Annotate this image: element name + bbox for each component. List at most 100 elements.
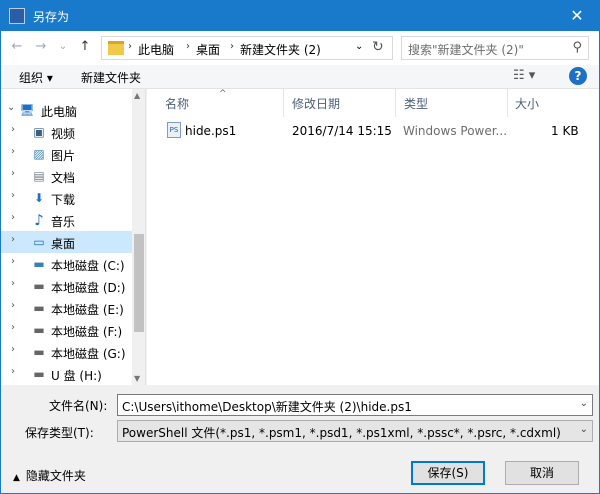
recent-locations-button[interactable]: ⌄ xyxy=(55,39,71,55)
back-button[interactable]: ← xyxy=(9,39,25,55)
filename-label: 文件名(N): xyxy=(49,399,108,413)
folder-icon xyxy=(108,41,124,55)
breadcrumb-separator[interactable]: › xyxy=(128,41,132,52)
sidebar-item-drive-g[interactable]: › ▬ 本地磁盘 (G:) xyxy=(1,341,132,363)
sidebar-item-drive-e[interactable]: › ▬ 本地磁盘 (E:) xyxy=(1,297,132,319)
search-input[interactable]: 搜索"新建文件夹 (2)" ⚲ xyxy=(401,36,589,60)
filename-input[interactable]: C:\Users\ithome\Desktop\新建文件夹 (2)\hide.p… xyxy=(117,394,593,416)
sidebar-item-documents[interactable]: › ▤ 文档 xyxy=(1,165,132,187)
chevron-right-icon[interactable]: › xyxy=(11,300,15,311)
chevron-right-icon[interactable]: › xyxy=(11,212,15,223)
sidebar-item-label: 此电脑 xyxy=(41,105,78,119)
view-options-icon[interactable]: ☷ ▾ xyxy=(513,68,535,83)
chevron-right-icon[interactable]: › xyxy=(11,256,15,267)
breadcrumb-desktop[interactable]: 桌面 xyxy=(196,41,220,58)
file-size: 1 KB xyxy=(551,124,579,138)
scroll-down-icon[interactable]: ▼ xyxy=(134,374,140,383)
save-button[interactable]: 保存(S) xyxy=(411,461,485,485)
chevron-right-icon[interactable]: › xyxy=(11,124,15,135)
chevron-down-icon[interactable]: ⌄ xyxy=(580,424,588,435)
sidebar-item-label: 视频 xyxy=(51,127,76,141)
window-title: 另存为 xyxy=(33,10,70,24)
chevron-right-icon[interactable]: › xyxy=(11,278,15,289)
powershell-script-icon: PS xyxy=(167,122,181,138)
column-header-size[interactable]: 大小 xyxy=(515,95,539,112)
help-icon[interactable]: ? xyxy=(569,67,587,85)
sidebar-item-videos[interactable]: › ▣ 视频 xyxy=(1,121,132,143)
file-name: hide.ps1 xyxy=(185,124,237,138)
chevron-right-icon[interactable]: › xyxy=(11,168,15,179)
sidebar-item-drive-c[interactable]: › ▬ 本地磁盘 (C:) xyxy=(1,253,132,275)
forward-button[interactable]: → xyxy=(33,39,49,55)
column-divider[interactable] xyxy=(283,89,284,117)
drive-icon: ▬ xyxy=(33,345,45,359)
navigation-pane: ⌄ 🖥 此电脑 › ▣ 视频 › ▨ 图片 › ▤ 文档 › ⬇ 下载 › ♪ … xyxy=(1,89,146,385)
sidebar-scrollbar[interactable]: ▲ ▼ xyxy=(132,89,145,385)
filetype-select[interactable]: PowerShell 文件(*.ps1, *.psm1, *.psd1, *.p… xyxy=(117,420,593,442)
chevron-up-icon: ▲ xyxy=(13,473,20,483)
picture-icon: ▨ xyxy=(33,147,45,161)
scroll-up-icon[interactable]: ▲ xyxy=(134,91,140,100)
desktop-icon: ▭ xyxy=(33,235,45,249)
sidebar-item-label: 本地磁盘 (D:) xyxy=(51,281,126,295)
breadcrumb-separator[interactable]: › xyxy=(230,41,234,52)
hide-folders-toggle[interactable]: ▲ 隐藏文件夹 xyxy=(13,467,86,484)
chevron-right-icon[interactable]: › xyxy=(11,234,15,245)
breadcrumb-this-pc[interactable]: 此电脑 xyxy=(138,41,174,58)
title-bar: 另存为 ✕ xyxy=(1,1,599,31)
sidebar-item-downloads[interactable]: › ⬇ 下载 xyxy=(1,187,132,209)
refresh-icon[interactable]: ↻ xyxy=(372,39,384,55)
download-icon: ⬇ xyxy=(33,191,45,205)
sidebar-item-desktop[interactable]: › ▭ 桌面 xyxy=(1,231,132,253)
sidebar-item-drive-f[interactable]: › ▬ 本地磁盘 (F:) xyxy=(1,319,132,341)
address-dropdown-icon[interactable]: ⌄ xyxy=(355,41,363,52)
column-header-type[interactable]: 类型 xyxy=(404,95,428,112)
search-icon[interactable]: ⚲ xyxy=(572,40,582,55)
sidebar-item-label: 本地磁盘 (G:) xyxy=(51,347,126,361)
drive-icon: ▬ xyxy=(33,323,45,337)
address-bar[interactable]: › 此电脑 › 桌面 › 新建文件夹 (2) ⌄ ↻ xyxy=(101,36,393,60)
column-divider[interactable] xyxy=(507,89,508,117)
organize-menu[interactable]: 组织 ▾ xyxy=(19,69,53,86)
save-as-dialog: 另存为 ✕ ← → ⌄ ↑ › 此电脑 › 桌面 › 新建文件夹 (2) ⌄ ↻… xyxy=(0,0,600,494)
cancel-button[interactable]: 取消 xyxy=(505,461,579,485)
sidebar-item-drive-d[interactable]: › ▬ 本地磁盘 (D:) xyxy=(1,275,132,297)
sidebar-item-label: 音乐 xyxy=(51,215,76,229)
chevron-right-icon[interactable]: › xyxy=(11,146,15,157)
breadcrumb-new-folder-2[interactable]: 新建文件夹 (2) xyxy=(240,41,321,58)
chevron-right-icon[interactable]: › xyxy=(11,322,15,333)
scrollbar-thumb[interactable] xyxy=(134,234,144,332)
computer-icon: 🖥 xyxy=(19,103,35,117)
sidebar-item-label: 本地磁盘 (F:) xyxy=(51,325,123,339)
video-icon: ▣ xyxy=(33,125,45,139)
chevron-down-icon[interactable]: ⌄ xyxy=(7,102,15,113)
sidebar-item-label: 本地磁盘 (E:) xyxy=(51,303,124,317)
drive-icon: ▬ xyxy=(33,301,45,315)
up-button[interactable]: ↑ xyxy=(77,39,93,55)
document-icon: ▤ xyxy=(33,169,45,183)
sidebar-item-this-pc[interactable]: ⌄ 🖥 此电脑 xyxy=(1,99,132,121)
column-divider[interactable] xyxy=(395,89,396,117)
file-row[interactable]: PS hide.ps1 2016/7/14 15:15 Windows Powe… xyxy=(155,119,595,141)
hide-folders-label: 隐藏文件夹 xyxy=(25,469,86,483)
breadcrumb-separator[interactable]: › xyxy=(186,41,190,52)
sidebar-item-label: U 盘 (H:) xyxy=(51,369,102,383)
search-placeholder: 搜索"新建文件夹 (2)" xyxy=(408,43,524,57)
filetype-label: 保存类型(T): xyxy=(25,426,94,440)
chevron-right-icon[interactable]: › xyxy=(11,344,15,355)
save-options-panel: 文件名(N): C:\Users\ithome\Desktop\新建文件夹 (2… xyxy=(1,385,599,493)
music-icon: ♪ xyxy=(34,211,44,229)
column-header-name[interactable]: 名称 xyxy=(165,95,189,112)
new-folder-button[interactable]: 新建文件夹 xyxy=(81,69,141,86)
close-button[interactable]: ✕ xyxy=(555,1,599,31)
sidebar-item-pictures[interactable]: › ▨ 图片 xyxy=(1,143,132,165)
column-header-modified[interactable]: 修改日期 xyxy=(292,95,340,112)
chevron-right-icon[interactable]: › xyxy=(11,190,15,201)
navigation-bar: ← → ⌄ ↑ › 此电脑 › 桌面 › 新建文件夹 (2) ⌄ ↻ 搜索"新建… xyxy=(1,31,599,65)
chevron-down-icon[interactable]: ⌄ xyxy=(580,398,588,409)
sidebar-item-usb-h[interactable]: › ▬ U 盘 (H:) xyxy=(1,363,132,385)
sidebar-item-label: 文档 xyxy=(51,171,76,185)
filename-value: C:\Users\ithome\Desktop\新建文件夹 (2)\hide.p… xyxy=(122,400,412,414)
sidebar-item-music[interactable]: › ♪ 音乐 xyxy=(1,209,132,231)
chevron-right-icon[interactable]: › xyxy=(11,366,15,377)
